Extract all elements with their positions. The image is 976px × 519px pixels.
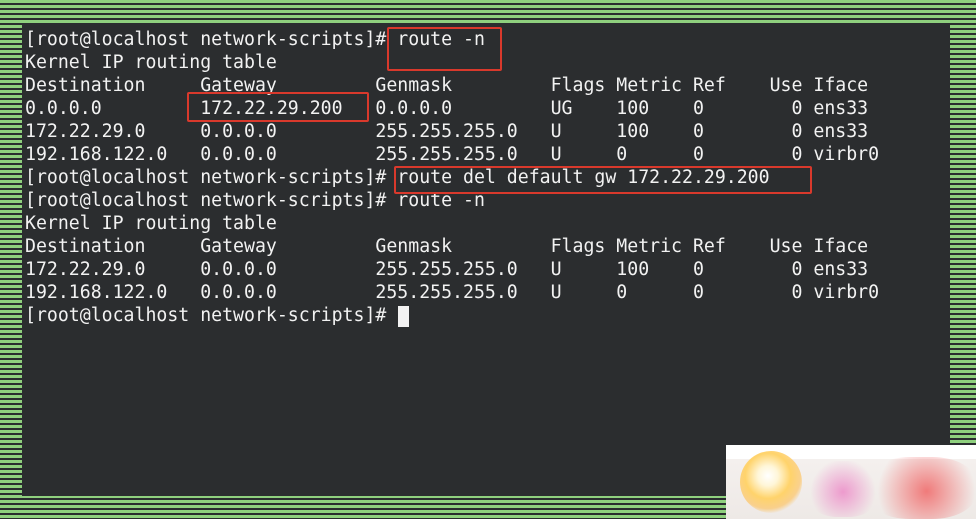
screenshot-frame: [root@localhost network-scripts]# route … [0, 0, 976, 519]
terminal-line-table-header: Destination Gateway Genmask Flags Metric… [25, 75, 869, 96]
logo-swirl-icon [740, 451, 802, 513]
terminal-line-route-row: 172.22.29.0 0.0.0.0 255.255.255.0 U 100 … [25, 259, 869, 280]
logo-mark [866, 457, 976, 519]
terminal-line-table-title: Kernel IP routing table [25, 213, 277, 234]
terminal-cursor [398, 306, 409, 327]
highlight-box-route-n [387, 27, 502, 71]
terminal-line-route-row: 192.168.122.0 0.0.0.0 255.255.255.0 U 0 … [25, 144, 880, 165]
terminal-line-table-title: Kernel IP routing table [25, 52, 277, 73]
terminal-window[interactable]: [root@localhost network-scripts]# route … [22, 24, 950, 496]
terminal-line-table-header: Destination Gateway Genmask Flags Metric… [25, 236, 869, 257]
highlight-box-gateway [187, 92, 369, 122]
terminal-line-route-row: 0.0.0.0 172.22.29.200 0.0.0.0 UG 100 0 0… [25, 98, 869, 119]
terminal-line-prompt: [root@localhost network-scripts]# [25, 305, 398, 326]
terminal-line-route-row: 192.168.122.0 0.0.0.0 255.255.255.0 U 0 … [25, 282, 880, 303]
terminal-line-route-row: 172.22.29.0 0.0.0.0 255.255.255.0 U 100 … [25, 121, 869, 142]
highlight-box-route-del [394, 166, 812, 194]
watermark-logo [726, 445, 976, 519]
